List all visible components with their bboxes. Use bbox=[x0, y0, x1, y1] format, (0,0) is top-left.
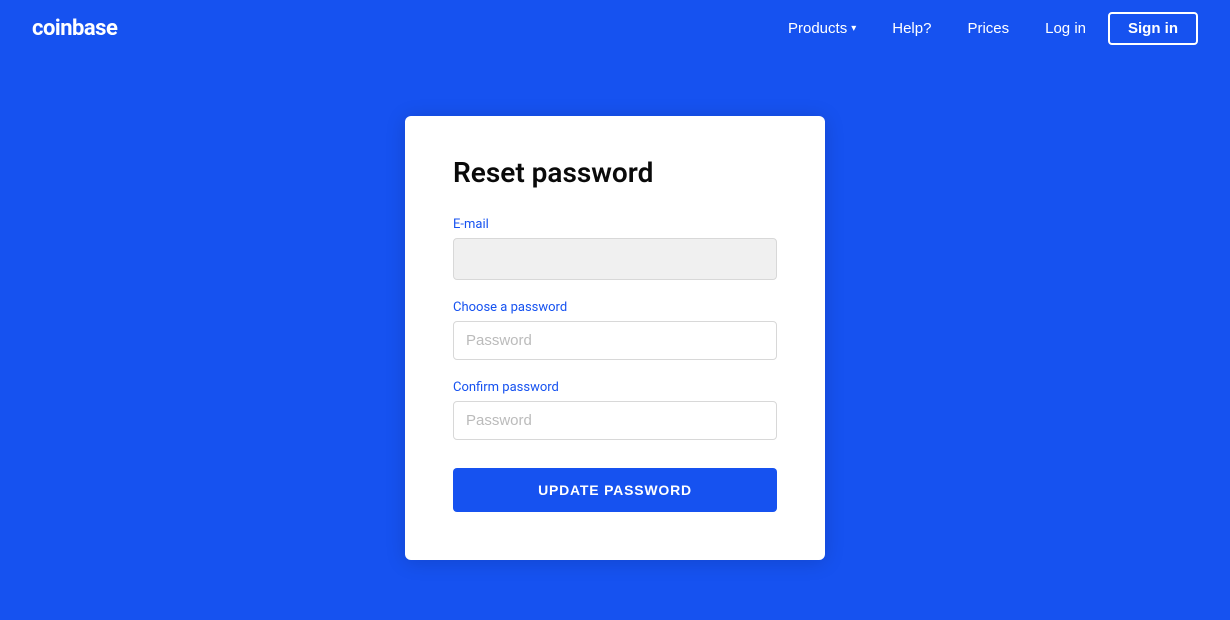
confirm-password-input[interactable] bbox=[453, 401, 777, 440]
card-title: Reset password bbox=[453, 156, 777, 189]
email-label: E-mail bbox=[453, 217, 777, 232]
update-password-button[interactable]: UPDATE PASSWORD bbox=[453, 468, 777, 512]
nav-products[interactable]: Products ▾ bbox=[774, 12, 870, 45]
site-header: coinbase Products ▾ Help? Prices Log in … bbox=[0, 0, 1230, 56]
nav-help[interactable]: Help? bbox=[878, 12, 945, 45]
confirm-group: Confirm password bbox=[453, 380, 777, 440]
confirm-label: Confirm password bbox=[453, 380, 777, 395]
nav-prices[interactable]: Prices bbox=[953, 12, 1023, 45]
email-group: E-mail bbox=[453, 217, 777, 280]
logo[interactable]: coinbase bbox=[32, 16, 117, 41]
email-display bbox=[453, 238, 777, 280]
password-group: Choose a password bbox=[453, 300, 777, 360]
password-input[interactable] bbox=[453, 321, 777, 360]
nav-login[interactable]: Log in bbox=[1031, 12, 1100, 45]
password-label: Choose a password bbox=[453, 300, 777, 315]
main-nav: Products ▾ Help? Prices Log in Sign in bbox=[774, 12, 1198, 45]
signin-button[interactable]: Sign in bbox=[1108, 12, 1198, 45]
chevron-down-icon: ▾ bbox=[851, 23, 856, 34]
main-content: Reset password E-mail Choose a password … bbox=[0, 56, 1230, 620]
reset-password-card: Reset password E-mail Choose a password … bbox=[405, 116, 825, 560]
